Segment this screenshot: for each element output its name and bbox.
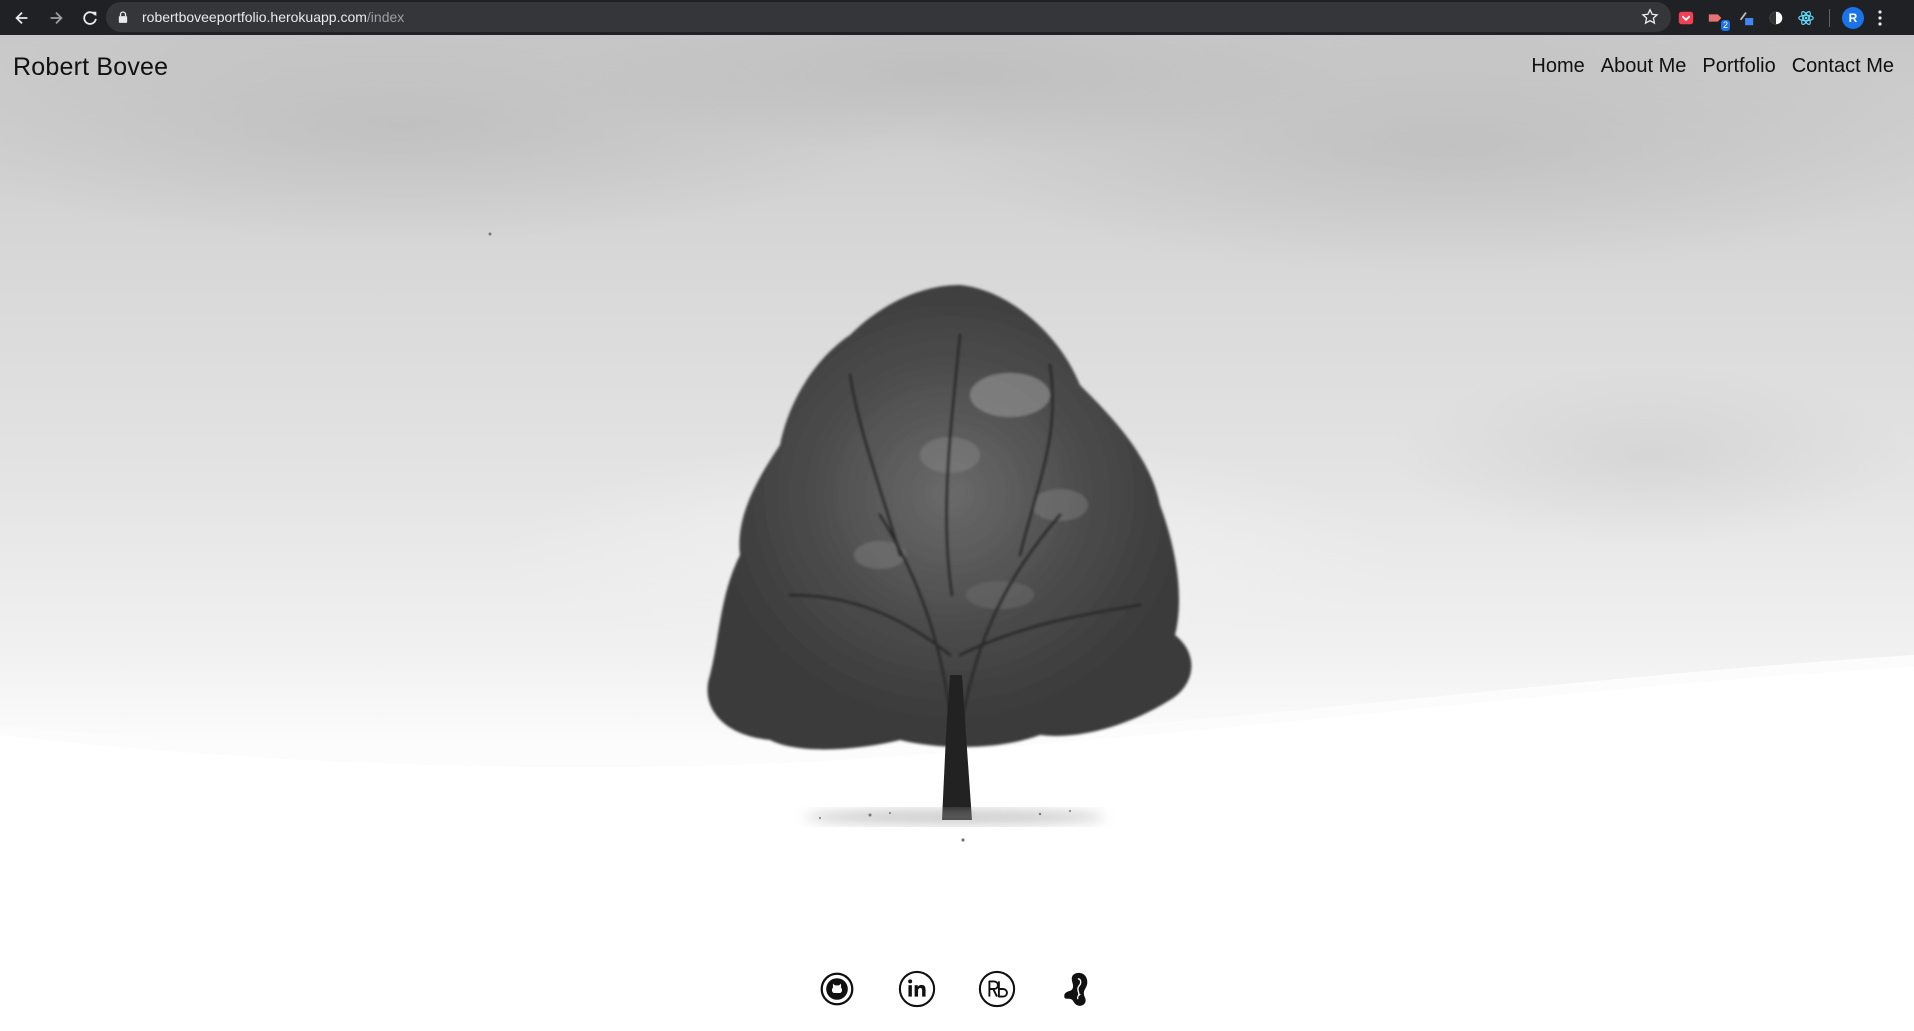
half-circle-extension-icon[interactable] [1765, 7, 1787, 29]
reload-icon [83, 10, 97, 25]
back-arrow-icon [15, 11, 28, 24]
forward-button[interactable] [40, 2, 72, 34]
browser-toolbar: robertboveeportfolio.herokuapp.com/index… [0, 0, 1914, 35]
url-path: /index [366, 9, 405, 25]
social-links [0, 967, 1914, 1017]
back-button[interactable] [6, 2, 38, 34]
reload-button[interactable] [74, 2, 106, 34]
bookmark-star-icon[interactable] [1641, 8, 1659, 26]
nav-portfolio[interactable]: Portfolio [1702, 55, 1775, 78]
pocket-extension-icon[interactable] [1675, 7, 1697, 29]
lock-icon [118, 10, 130, 24]
hero-section: Robert Bovee Home About Me Portfolio Con… [0, 35, 1914, 1031]
main-nav: Home About Me Portfolio Contact Me [1531, 55, 1894, 78]
kidney-icon[interactable] [1057, 967, 1097, 1011]
nav-about-me[interactable]: About Me [1601, 55, 1687, 78]
hero-background-image [0, 35, 1914, 1031]
forward-arrow-icon [50, 11, 63, 24]
toolbar-divider [1829, 8, 1830, 27]
pen-extension-icon[interactable] [1735, 7, 1757, 29]
url-text: robertboveeportfolio.herokuapp.com/index [142, 9, 404, 25]
rb-logo-icon[interactable] [977, 967, 1017, 1011]
extension-badge: 2 [1720, 19, 1730, 31]
nav-contact-me[interactable]: Contact Me [1792, 55, 1894, 78]
tab-extension-icon[interactable]: 2 [1705, 7, 1730, 31]
extensions-bar: 2 R [1675, 0, 1888, 35]
url-host: robertboveeportfolio.herokuapp.com [142, 9, 367, 25]
browser-menu-icon[interactable] [1872, 7, 1888, 29]
site-brand[interactable]: Robert Bovee [13, 53, 168, 82]
address-bar[interactable]: robertboveeportfolio.herokuapp.com/index [106, 2, 1671, 32]
linkedin-icon[interactable] [897, 967, 937, 1011]
github-icon[interactable] [817, 967, 857, 1011]
profile-avatar[interactable]: R [1842, 6, 1864, 29]
react-devtools-icon[interactable] [1795, 7, 1817, 29]
nav-home[interactable]: Home [1531, 55, 1584, 78]
